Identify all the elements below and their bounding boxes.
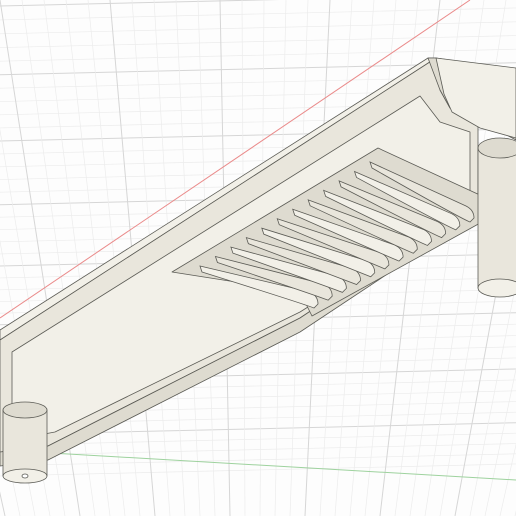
post-left-body xyxy=(2,409,48,477)
3d-viewport[interactable] xyxy=(0,0,516,516)
post-right-top xyxy=(477,137,516,159)
grid-line-horizontal xyxy=(0,463,516,477)
post-right-bottom xyxy=(477,278,516,298)
grid-line-horizontal xyxy=(0,35,516,48)
post-right-body xyxy=(477,147,516,289)
post-left-top xyxy=(2,401,48,419)
grid-line-horizontal xyxy=(0,21,516,35)
grid-line-horizontal xyxy=(0,0,280,7)
grid-line-horizontal xyxy=(0,453,516,467)
support-post-right xyxy=(477,137,516,298)
support-post-left xyxy=(2,401,48,484)
model-canvas[interactable] xyxy=(0,0,516,516)
y-axis-line xyxy=(0,449,516,481)
post-left-screw-hole xyxy=(21,473,29,479)
